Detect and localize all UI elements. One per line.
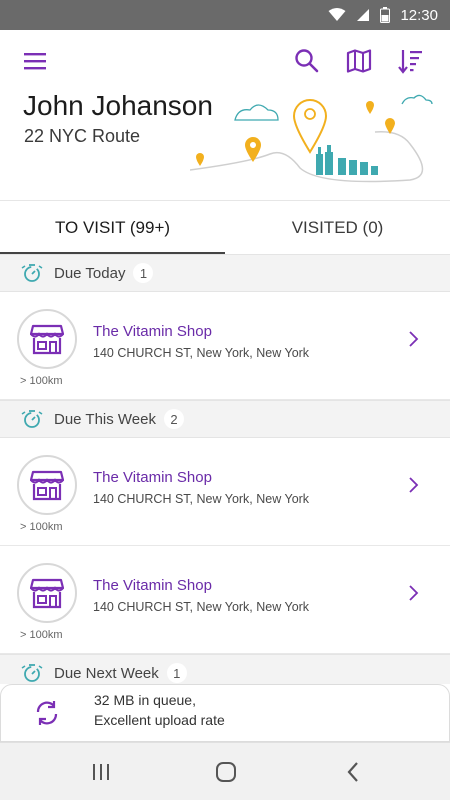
home-icon xyxy=(216,762,236,782)
chevron-right-icon xyxy=(409,477,419,493)
upload-status-card[interactable]: 32 MB in queue, Excellent upload rate xyxy=(0,684,450,742)
system-nav-bar xyxy=(0,742,450,800)
store-avatar xyxy=(17,563,77,623)
route-header: John Johanson 22 NYC Route xyxy=(0,30,450,200)
map-icon xyxy=(346,49,372,73)
sort-button[interactable] xyxy=(396,46,426,76)
store-row[interactable]: > 100km The Vitamin Shop 140 CHURCH ST, … xyxy=(0,546,450,654)
back-button[interactable] xyxy=(338,757,368,787)
sync-icon xyxy=(36,701,58,725)
recent-apps-icon xyxy=(93,764,109,780)
visit-tabs: TO VISIT (99+) VISITED (0) xyxy=(0,200,450,255)
stopwatch-icon xyxy=(21,664,43,682)
route-illustration xyxy=(190,94,433,183)
tab-to-visit-label: TO VISIT (99+) xyxy=(54,218,171,237)
chevron-right-icon xyxy=(409,585,419,601)
upload-queue-size: 32 MB in queue, xyxy=(94,692,196,708)
storefront-icon xyxy=(30,324,64,355)
stopwatch-icon xyxy=(21,264,43,282)
store-distance: > 100km xyxy=(20,629,63,641)
sort-icon xyxy=(398,50,422,74)
group-count-badge: 1 xyxy=(133,263,154,283)
stopwatch-icon xyxy=(21,410,43,428)
store-address: 140 CHURCH ST, New York, New York xyxy=(93,600,310,614)
store-avatar xyxy=(17,455,77,515)
storefront-icon xyxy=(30,470,64,501)
recent-apps-button[interactable] xyxy=(86,757,116,787)
menu-icon xyxy=(24,53,46,70)
group-count-badge: 1 xyxy=(166,663,187,683)
group-header-due-today: Due Today 1 xyxy=(0,254,450,292)
group-title: Due Today xyxy=(54,264,126,282)
store-row[interactable]: > 100km The Vitamin Shop 140 CHURCH ST, … xyxy=(0,438,450,546)
group-title: Due Next Week xyxy=(54,664,159,682)
battery-icon xyxy=(380,7,391,23)
store-name: The Vitamin Shop xyxy=(93,577,212,594)
tab-visited[interactable]: VISITED (0) xyxy=(225,201,450,255)
route-name: 22 NYC Route xyxy=(24,126,141,146)
group-header-due-next-week: Due Next Week 1 xyxy=(0,654,450,684)
group-count-badge: 2 xyxy=(164,409,184,429)
group-header-due-this-week: Due This Week 2 xyxy=(0,400,450,438)
store-name: The Vitamin Shop xyxy=(93,469,212,486)
chevron-right-icon xyxy=(409,331,419,347)
tab-to-visit[interactable]: TO VISIT (99+) xyxy=(0,201,225,255)
upload-rate: Excellent upload rate xyxy=(94,712,225,728)
menu-button[interactable] xyxy=(20,46,50,76)
store-row[interactable]: > 100km The Vitamin Shop 140 CHURCH ST, … xyxy=(0,292,450,400)
search-icon xyxy=(295,49,319,73)
tab-visited-label: VISITED (0) xyxy=(291,218,384,237)
store-name: The Vitamin Shop xyxy=(93,323,212,340)
store-distance: > 100km xyxy=(20,521,63,533)
back-icon xyxy=(347,762,358,782)
status-bar: 12:30 xyxy=(0,0,450,30)
home-button[interactable] xyxy=(211,757,241,787)
group-title: Due This Week xyxy=(54,410,156,428)
user-name: John Johanson xyxy=(23,90,213,121)
store-distance: > 100km xyxy=(20,375,63,387)
storefront-icon xyxy=(30,578,64,609)
search-button[interactable] xyxy=(292,46,322,76)
store-list[interactable]: Due Today 1 > 100km The Vitamin Shop 140… xyxy=(0,254,450,684)
signal-icon xyxy=(357,9,370,21)
store-address: 140 CHURCH ST, New York, New York xyxy=(93,346,310,360)
wifi-icon xyxy=(328,8,346,21)
store-address: 140 CHURCH ST, New York, New York xyxy=(93,492,310,506)
map-button[interactable] xyxy=(344,46,374,76)
store-avatar xyxy=(17,309,77,369)
status-time: 12:30 xyxy=(400,6,438,24)
